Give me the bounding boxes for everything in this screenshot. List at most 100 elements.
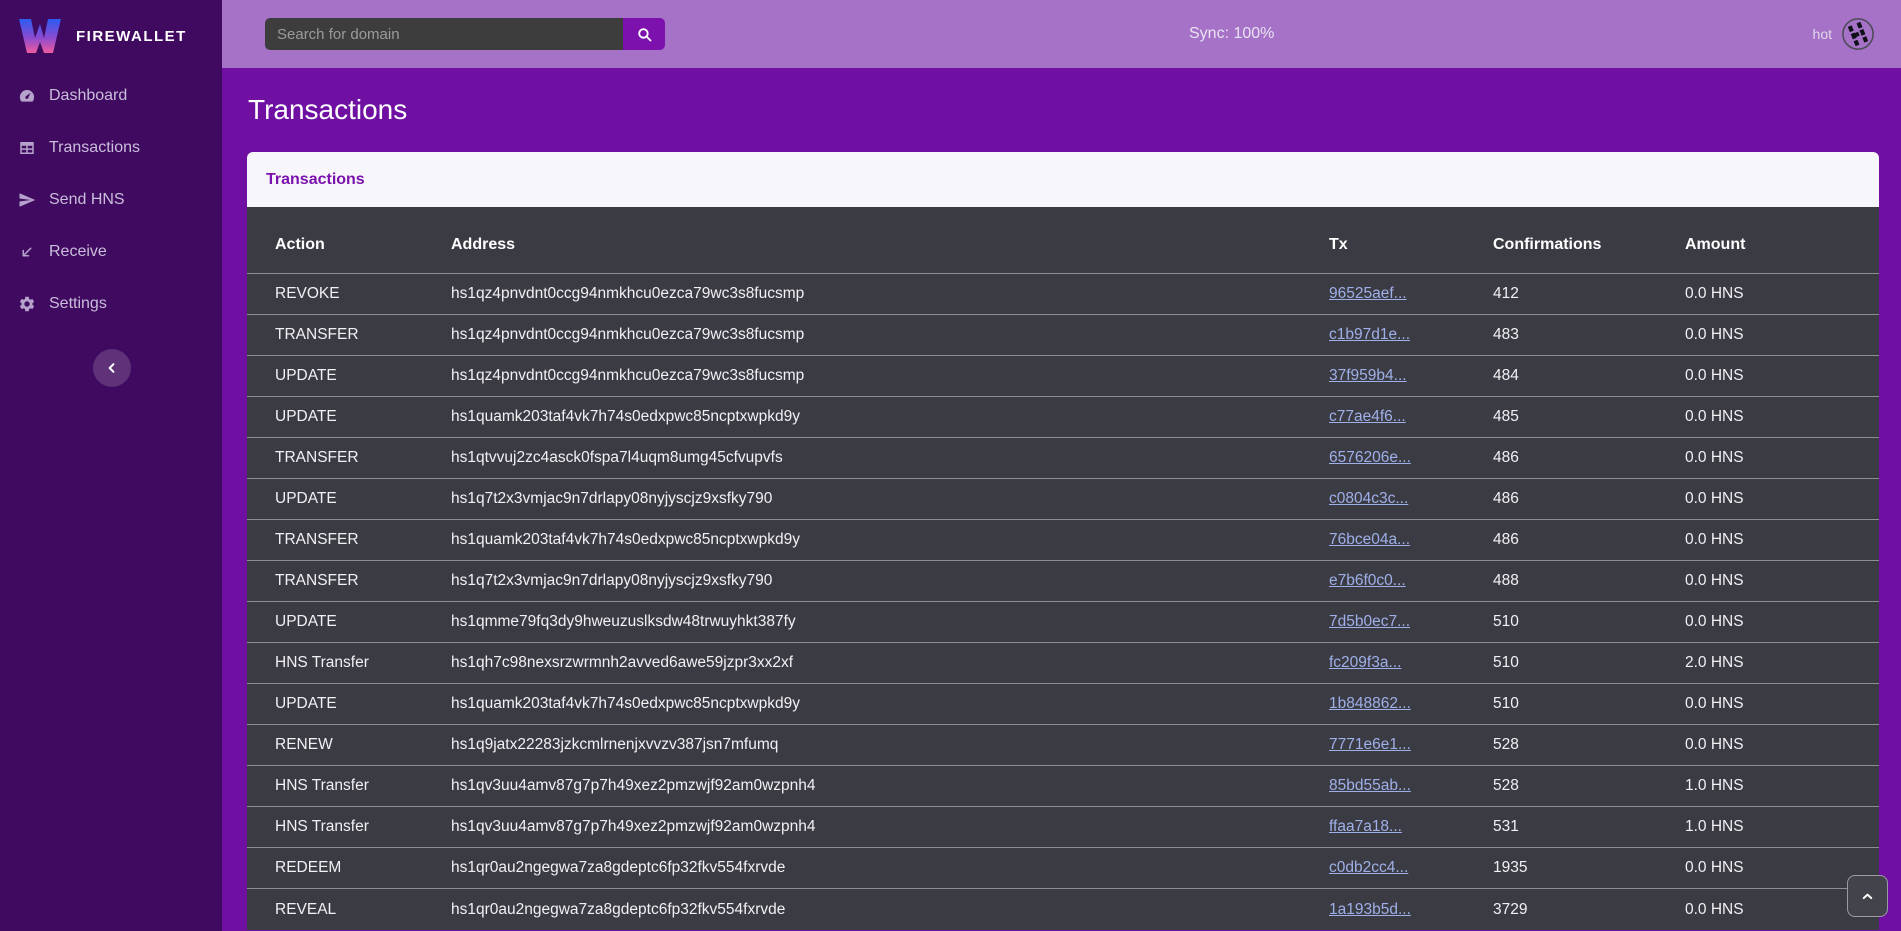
amount-cell: 0.0 HNS <box>1685 285 1879 303</box>
action-cell: UPDATE <box>275 367 451 385</box>
address-cell: hs1qz4pnvdnt0ccg94nmkhcu0ezca79wc3s8fucs… <box>451 367 1329 385</box>
confirmations-cell: 510 <box>1493 654 1685 672</box>
confirmations-cell: 510 <box>1493 695 1685 713</box>
address-cell: hs1q7t2x3vmjac9n7drlapy08nyjyscjz9xsfky7… <box>451 490 1329 508</box>
tx-link[interactable]: ffaa7a18... <box>1329 818 1402 835</box>
table-row: UPDATEhs1quamk203taf4vk7h74s0edxpwc85ncp… <box>247 684 1879 725</box>
amount-cell: 0.0 HNS <box>1685 326 1879 344</box>
transactions-panel: Transactions Action Address Tx Confirmat… <box>247 152 1879 930</box>
sidebar-nav: Dashboard Transactions Send HNS Receive … <box>0 70 222 330</box>
tx-link[interactable]: c1b97d1e... <box>1329 326 1410 343</box>
handshake-logo-icon[interactable] <box>1841 17 1875 51</box>
address-cell: hs1qz4pnvdnt0ccg94nmkhcu0ezca79wc3s8fucs… <box>451 285 1329 303</box>
confirmations-cell: 488 <box>1493 572 1685 590</box>
sidebar-item-label: Send HNS <box>49 191 125 209</box>
search-button[interactable] <box>623 18 665 50</box>
tx-link[interactable]: 7771e6e1... <box>1329 736 1411 753</box>
table-row: REVOKEhs1qz4pnvdnt0ccg94nmkhcu0ezca79wc3… <box>247 274 1879 315</box>
amount-cell: 0.0 HNS <box>1685 490 1879 508</box>
table-row: HNS Transferhs1qv3uu4amv87g7p7h49xez2pmz… <box>247 807 1879 848</box>
tx-link[interactable]: 7d5b0ec7... <box>1329 613 1410 630</box>
amount-cell: 0.0 HNS <box>1685 367 1879 385</box>
table-row: REVEALhs1qr0au2ngegwa7za8gdeptc6fp32fkv5… <box>247 889 1879 930</box>
address-cell: hs1qmme79fq3dy9hweuzuslksdw48trwuyhkt387… <box>451 613 1329 631</box>
tx-cell: 37f959b4... <box>1329 367 1493 385</box>
amount-cell: 0.0 HNS <box>1685 408 1879 426</box>
tx-cell: 76bce04a... <box>1329 531 1493 549</box>
action-cell: TRANSFER <box>275 326 451 344</box>
address-cell: hs1quamk203taf4vk7h74s0edxpwc85ncptxwpkd… <box>451 695 1329 713</box>
brand[interactable]: FIREWALLET <box>0 0 222 58</box>
confirmations-cell: 483 <box>1493 326 1685 344</box>
address-cell: hs1qz4pnvdnt0ccg94nmkhcu0ezca79wc3s8fucs… <box>451 326 1329 344</box>
action-cell: UPDATE <box>275 695 451 713</box>
send-icon <box>18 191 36 209</box>
tx-link[interactable]: c0db2cc4... <box>1329 859 1408 876</box>
tx-link[interactable]: 37f959b4... <box>1329 367 1407 384</box>
receive-icon <box>18 243 36 261</box>
table-row: TRANSFERhs1q7t2x3vmjac9n7drlapy08nyjyscj… <box>247 561 1879 602</box>
tx-cell: 96525aef... <box>1329 285 1493 303</box>
action-cell: UPDATE <box>275 408 451 426</box>
address-cell: hs1qh7c98nexsrzwrmnh2avved6awe59jzpr3xx2… <box>451 654 1329 672</box>
action-cell: REVEAL <box>275 901 451 919</box>
sidebar-item-receive[interactable]: Receive <box>0 226 222 278</box>
sidebar-item-transactions[interactable]: Transactions <box>0 122 222 174</box>
amount-cell: 0.0 HNS <box>1685 449 1879 467</box>
sidebar-collapse-button[interactable] <box>93 349 131 387</box>
amount-cell: 0.0 HNS <box>1685 531 1879 549</box>
address-cell: hs1q9jatx22283jzkcmlrnenjxvvzv387jsn7mfu… <box>451 736 1329 754</box>
main-content: Transactions Transactions Action Address… <box>222 68 1901 931</box>
action-cell: HNS Transfer <box>275 818 451 836</box>
address-cell: hs1q7t2x3vmjac9n7drlapy08nyjyscjz9xsfky7… <box>451 572 1329 590</box>
column-header-amount: Amount <box>1685 236 1879 254</box>
sidebar-item-settings[interactable]: Settings <box>0 278 222 330</box>
amount-cell: 1.0 HNS <box>1685 818 1879 836</box>
action-cell: UPDATE <box>275 613 451 631</box>
confirmations-cell: 1935 <box>1493 859 1685 877</box>
action-cell: REDEEM <box>275 859 451 877</box>
panel-title: Transactions <box>247 152 1879 207</box>
tx-cell: 7771e6e1... <box>1329 736 1493 754</box>
tx-link[interactable]: e7b6f0c0... <box>1329 572 1406 589</box>
action-cell: TRANSFER <box>275 572 451 590</box>
tx-link[interactable]: 85bd55ab... <box>1329 777 1411 794</box>
tx-cell: fc209f3a... <box>1329 654 1493 672</box>
tx-cell: e7b6f0c0... <box>1329 572 1493 590</box>
address-cell: hs1qv3uu4amv87g7p7h49xez2pmzwjf92am0wzpn… <box>451 777 1329 795</box>
sidebar-item-send-hns[interactable]: Send HNS <box>0 174 222 226</box>
tx-cell: c1b97d1e... <box>1329 326 1493 344</box>
action-cell: TRANSFER <box>275 449 451 467</box>
tx-link[interactable]: 96525aef... <box>1329 285 1407 302</box>
amount-cell: 0.0 HNS <box>1685 613 1879 631</box>
tx-link[interactable]: fc209f3a... <box>1329 654 1401 671</box>
gauge-icon <box>18 87 36 105</box>
sidebar-item-label: Receive <box>49 243 107 261</box>
chevron-up-icon <box>1860 889 1875 904</box>
tx-cell: 7d5b0ec7... <box>1329 613 1493 631</box>
address-cell: hs1qr0au2ngegwa7za8gdeptc6fp32fkv554fxrv… <box>451 901 1329 919</box>
tx-link[interactable]: 1a193b5d... <box>1329 901 1411 918</box>
scroll-to-top-button[interactable] <box>1847 875 1888 917</box>
chevron-left-icon <box>105 361 119 375</box>
address-cell: hs1quamk203taf4vk7h74s0edxpwc85ncptxwpkd… <box>451 408 1329 426</box>
action-cell: HNS Transfer <box>275 777 451 795</box>
tx-link[interactable]: c77ae4f6... <box>1329 408 1406 425</box>
column-header-confirmations: Confirmations <box>1493 236 1685 254</box>
confirmations-cell: 3729 <box>1493 901 1685 919</box>
tx-cell: c0804c3c... <box>1329 490 1493 508</box>
table-row: UPDATEhs1qz4pnvdnt0ccg94nmkhcu0ezca79wc3… <box>247 356 1879 397</box>
address-cell: hs1quamk203taf4vk7h74s0edxpwc85ncptxwpkd… <box>451 531 1329 549</box>
tx-link[interactable]: 6576206e... <box>1329 449 1411 466</box>
tx-cell: 6576206e... <box>1329 449 1493 467</box>
tx-cell: 1b848862... <box>1329 695 1493 713</box>
table-row: HNS Transferhs1qv3uu4amv87g7p7h49xez2pmz… <box>247 766 1879 807</box>
tx-link[interactable]: c0804c3c... <box>1329 490 1408 507</box>
tx-link[interactable]: 1b848862... <box>1329 695 1411 712</box>
tx-link[interactable]: 76bce04a... <box>1329 531 1410 548</box>
tx-cell: 1a193b5d... <box>1329 901 1493 919</box>
wallet-selector[interactable]: hot <box>1813 0 1875 68</box>
search-input[interactable] <box>265 18 623 50</box>
sidebar-item-dashboard[interactable]: Dashboard <box>0 70 222 122</box>
table-row: HNS Transferhs1qh7c98nexsrzwrmnh2avved6a… <box>247 643 1879 684</box>
